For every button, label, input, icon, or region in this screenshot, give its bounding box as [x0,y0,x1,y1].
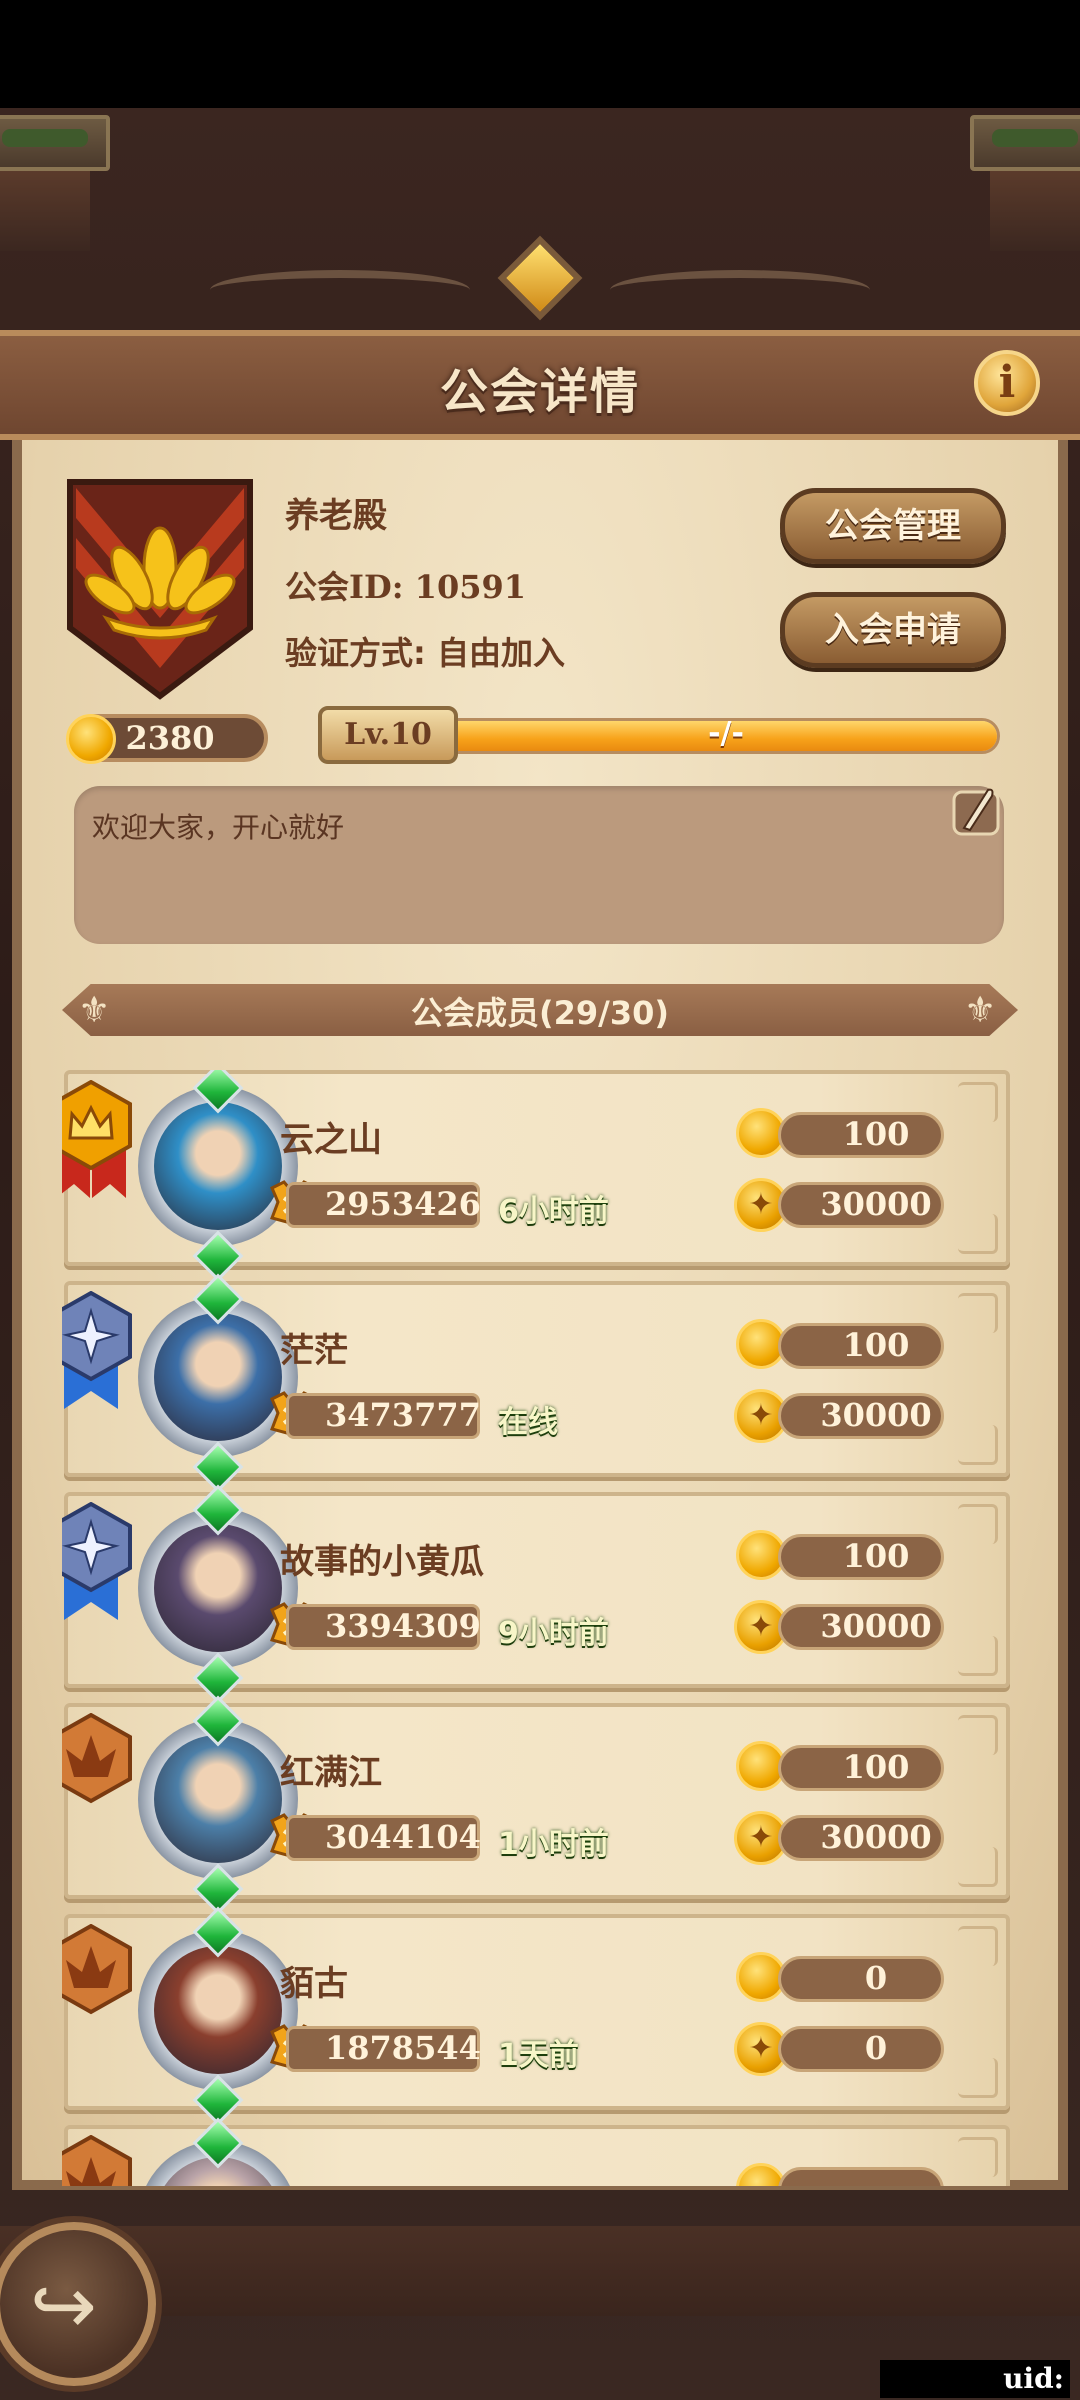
member-card[interactable]: 故事的小黄瓜 3394309 9小时前 100 ✦ 30000 [62,1484,1010,1704]
guild-emblem [66,478,254,700]
back-arrow-icon: ↩ [30,2259,98,2352]
card-corner-ornament [958,2058,998,2098]
member-battle-power: 1878544 [286,2026,481,2072]
card-corner-ornament [958,1847,998,1887]
member-last-online: 1天前 [498,2038,579,2073]
guild-coin-value: 2380 [125,719,215,757]
guild-manage-button[interactable]: 公会管理 [780,488,1006,564]
title-crest-decoration [210,235,870,350]
card-corner-ornament [958,1425,998,1465]
member-rank-badge-icon [62,2134,132,2186]
member-battle-power: 3044104 [286,1815,481,1861]
card-corner-ornament [958,1504,998,1544]
member-avatar[interactable] [128,1273,308,1493]
card-corner-ornament [958,1214,998,1254]
info-icon: i [998,357,1016,408]
member-contribution: 100 [778,1112,944,1158]
status-bar [0,0,1080,108]
member-rank-badge-icon [62,1290,132,1411]
right-pillar-decoration [970,115,1080,265]
member-honor: 0 [778,2026,944,2072]
hero-portrait [154,1524,282,1652]
card-corner-ornament [958,1293,998,1333]
member-rank-badge-icon [62,1501,132,1622]
member-avatar[interactable] [128,2117,308,2186]
member-last-online: 6小时前 [498,1194,609,1229]
hero-portrait [154,1102,282,1230]
member-rank-badge-icon [62,1923,132,2044]
member-rank-badge-icon [62,1079,132,1200]
guild-id: 公会ID: 10591 [285,568,527,606]
gold-coin-icon [66,714,116,764]
member-card[interactable]: 貊古 1878544 1天前 0 ✦ 0 [62,1906,1010,2126]
card-corner-ornament [958,1082,998,1122]
member-name: 云之山 [280,1120,382,1160]
member-last-online: 9小时前 [498,1616,609,1651]
info-button[interactable]: i [974,350,1040,416]
edit-quill-icon[interactable] [952,782,1000,838]
member-battle-power: 2953426 [286,1182,481,1228]
bottom-bar [0,2226,1080,2316]
member-avatar[interactable] [128,1695,308,1915]
member-avatar[interactable] [128,1484,308,1704]
guild-level-badge: Lv.10 [318,706,458,764]
member-card[interactable]: 云之山 2953426 6小时前 100 ✦ 30000 [62,1070,1010,1282]
member-name: 红满江 [280,1753,382,1793]
member-battle-power: 3473777 [286,1393,481,1439]
member-card[interactable]: 茫茫 3473777 在线 100 ✦ 30000 [62,1273,1010,1493]
hero-portrait [154,1313,282,1441]
card-corner-ornament [958,2137,998,2177]
left-pillar-decoration [0,115,110,265]
member-honor: 30000 [778,1604,944,1650]
guild-notice-text: 欢迎大家，开心就好 [92,811,345,844]
member-list[interactable]: 云之山 2953426 6小时前 100 ✦ 30000 茫茫 3473777 … [62,1070,1012,2186]
member-last-online: 在线 [498,1405,558,1440]
card-corner-ornament [958,1926,998,1966]
member-contribution: 100 [778,1745,944,1791]
guild-coin-counter: 2380 [66,714,268,764]
member-last-online: 1小时前 [498,1827,609,1862]
members-section-title: 公会成员(29/30) [410,994,669,1032]
member-rank-badge-icon [62,1712,132,1833]
member-contribution: 100 [778,1323,944,1369]
member-name: 茫茫 [280,1331,348,1371]
member-contribution: 0 [778,1956,944,2002]
card-corner-ornament [958,1636,998,1676]
card-corner-ornament [958,1715,998,1755]
guild-verification-mode: 验证方式: 自由加入 [285,634,565,672]
member-name: 故事的小黄瓜 [280,1542,484,1582]
member-honor: 30000 [778,1182,944,1228]
member-avatar[interactable] [128,1906,308,2126]
member-name: 貊古 [280,1964,348,2004]
member-battle-power: 3394309 [286,1604,481,1650]
member-honor: 30000 [778,1815,944,1861]
member-contribution: 100 [778,1534,944,1580]
guild-progress-text: -/- [708,716,744,751]
member-avatar[interactable] [128,1070,308,1282]
member-honor: 30000 [778,1393,944,1439]
member-contribution [778,2167,944,2186]
hero-portrait [154,1946,282,2074]
member-card[interactable]: ✦ [62,2117,1010,2186]
user-id-label: uid: 759904 [880,2360,1070,2398]
page-title: 公会详情 [439,364,640,420]
guild-name: 养老殿 [285,496,387,536]
member-card[interactable]: 红满江 3044104 1小时前 100 ✦ 30000 [62,1695,1010,1915]
hero-portrait [154,1735,282,1863]
join-request-button[interactable]: 入会申请 [780,592,1006,668]
